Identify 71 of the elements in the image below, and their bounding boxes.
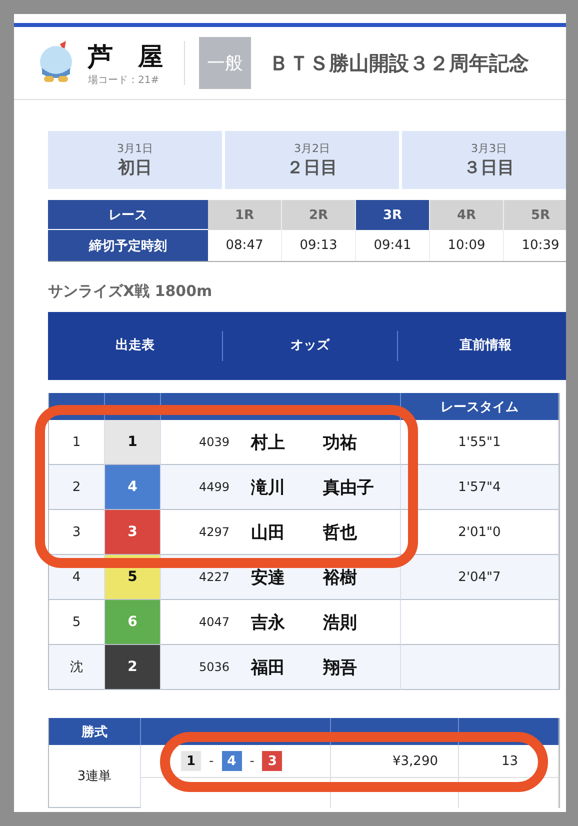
racer-given-name: 浩則: [323, 612, 358, 634]
racer-surname: 安達: [251, 566, 286, 588]
column-header: 勝式: [49, 718, 141, 745]
day-tab[interactable]: 3月1日 初日: [48, 131, 222, 189]
bet-type: 3連単: [49, 745, 141, 808]
boat-number: 4: [105, 465, 161, 510]
racer-id: 4297: [199, 525, 231, 539]
nav-link[interactable]: オッズ: [223, 331, 398, 361]
racer-surname: 山田: [251, 522, 286, 544]
rank-cell: 2: [49, 465, 105, 510]
boat-chip: 4: [222, 751, 242, 771]
racer-surname: 吉永: [251, 612, 286, 634]
rank-cell: 1: [49, 420, 105, 465]
racer-id: 4047: [199, 615, 231, 629]
rank-cell: 3: [49, 510, 105, 555]
race-time: 2'01"0: [401, 510, 559, 555]
boat-chip: 1: [181, 751, 201, 771]
racer-surname: 滝川: [251, 476, 286, 498]
nav-link[interactable]: 直前情報: [398, 331, 566, 361]
rank-cell: 沈: [49, 645, 105, 690]
column-header: レースタイム: [401, 393, 559, 420]
racer-id: 5036: [199, 660, 231, 674]
race-header: レース: [48, 200, 208, 230]
deadline-time: 09:13: [282, 230, 356, 261]
separator: -: [209, 754, 214, 768]
race-tab[interactable]: 2R: [282, 200, 356, 230]
day-date: 3月3日: [471, 141, 507, 156]
deadline-time: 10:09: [430, 230, 504, 261]
racer-id: 4227: [199, 570, 231, 584]
racer-id: 4499: [199, 480, 231, 494]
grade-badge: 一般: [199, 37, 251, 89]
boat-number: 1: [105, 420, 161, 465]
deadline-header: 締切予定時刻: [48, 230, 208, 261]
day-tab[interactable]: 3月3日 ３日目: [402, 131, 566, 189]
day-date: 3月1日: [117, 141, 153, 156]
race-time: 1'55"1: [401, 420, 559, 465]
day-date: 3月2日: [294, 141, 330, 156]
deadline-time: 08:47: [208, 230, 282, 261]
boat-chip: 3: [262, 751, 282, 771]
venue-code: 場コード：21#: [88, 74, 160, 86]
day-label: 初日: [118, 157, 152, 179]
racer-surname: 福田: [251, 656, 286, 678]
race-time: 1'57"4: [401, 465, 559, 510]
racer-given-name: 翔吾: [323, 656, 358, 678]
racer-given-name: 哲也: [323, 522, 358, 544]
racer-given-name: 裕樹: [323, 566, 358, 588]
race-time: 2'04"7: [401, 555, 559, 600]
payout-amount: ¥3,290: [331, 745, 459, 778]
boat-number: 2: [105, 645, 161, 690]
day-tab[interactable]: 3月2日 ２日目: [225, 131, 399, 189]
nav-link[interactable]: 出走表: [48, 331, 223, 361]
racer-surname: 村上: [251, 432, 286, 454]
separator: -: [250, 754, 254, 768]
race-tab[interactable]: 4R: [430, 200, 504, 230]
race-tab[interactable]: 1R: [208, 200, 282, 230]
deadline-time: 09:41: [356, 230, 430, 261]
day-label: ３日目: [464, 157, 514, 179]
racer-id: 4039: [199, 435, 231, 449]
event-title: ＢＴＳ勝山開設３２周年記念: [269, 50, 529, 76]
popularity: 13: [459, 745, 559, 778]
race-tab[interactable]: 5R: [504, 200, 566, 230]
venue-name: 芦 屋: [88, 40, 164, 72]
race-title: サンライズX戦 1800m: [48, 282, 214, 301]
race-tab[interactable]: 3R: [356, 200, 430, 230]
racer-given-name: 功祐: [323, 432, 358, 454]
boat-number: 6: [105, 600, 161, 645]
boat-number: 3: [105, 510, 161, 555]
deadline-time: 10:39: [504, 230, 566, 261]
rank-cell: 5: [49, 600, 105, 645]
day-label: ２日目: [286, 157, 338, 179]
racer-given-name: 真由子: [323, 476, 375, 498]
